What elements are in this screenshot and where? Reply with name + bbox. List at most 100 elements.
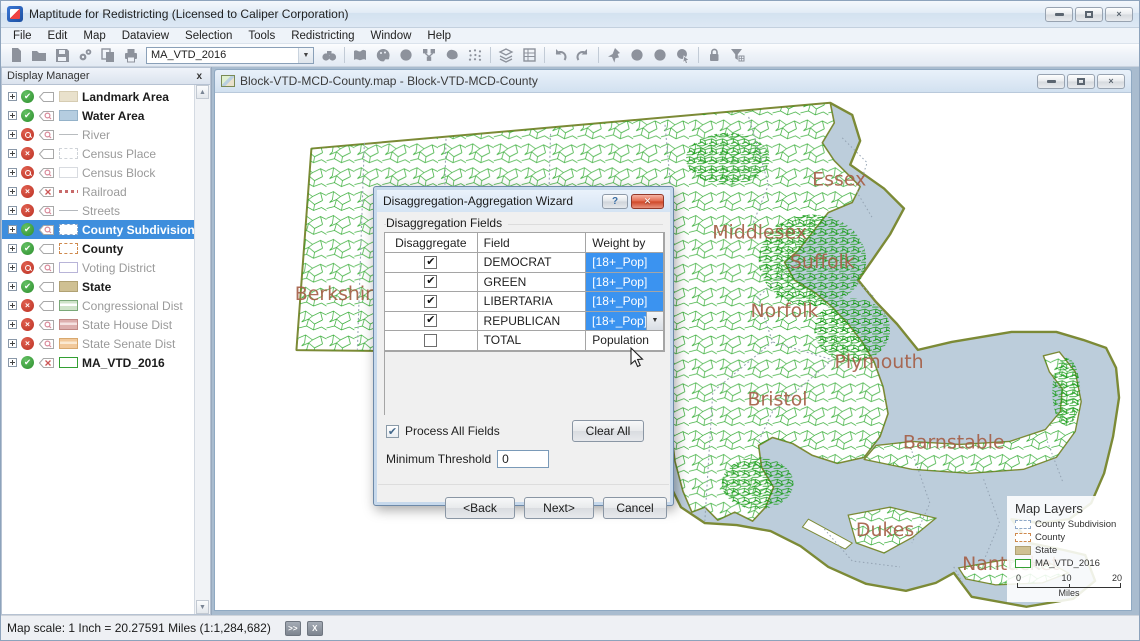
disaggregate-checkbox[interactable]: ✔	[424, 275, 437, 288]
layer-style-swatch[interactable]	[59, 243, 78, 254]
layer-row-voting-district[interactable]: Voting District	[2, 258, 194, 277]
layer-row-railroad[interactable]: ×Railroad	[2, 182, 194, 201]
dot-grid-icon[interactable]	[464, 45, 486, 65]
weight-by-cell[interactable]: [18+_Pop]▼	[586, 312, 664, 332]
duplicate-icon[interactable]	[97, 45, 119, 65]
layer-row-county[interactable]: ✔County	[2, 239, 194, 258]
disaggregate-checkbox[interactable]: ✔	[424, 256, 437, 269]
back-button[interactable]: <Back	[445, 497, 515, 519]
layer-row-state[interactable]: ✔State	[2, 277, 194, 296]
cancel-button[interactable]: Cancel	[603, 497, 667, 519]
statusbar-expand-button[interactable]: >>	[285, 621, 301, 636]
layer-visible-icon[interactable]: ✔	[21, 90, 34, 103]
layer-label[interactable]: State Senate Dist	[82, 337, 175, 351]
layer-label[interactable]: Water Area	[82, 109, 144, 123]
layer-hidden-icon[interactable]: ×	[21, 318, 34, 331]
layer-row-river[interactable]: River	[2, 125, 194, 144]
layer-row-state-house-dist[interactable]: ×State House Dist	[2, 315, 194, 334]
layer-style-swatch[interactable]	[59, 129, 78, 140]
weight-by-cell[interactable]: [18+_Pop]	[586, 273, 664, 293]
lock-icon[interactable]	[703, 45, 725, 65]
expand-icon[interactable]	[8, 263, 17, 272]
layer-style-swatch[interactable]	[59, 224, 78, 235]
label-tag-icon[interactable]	[38, 167, 55, 179]
next-button[interactable]: Next>	[524, 497, 594, 519]
map-flag-icon[interactable]	[349, 45, 371, 65]
expand-icon[interactable]	[8, 282, 17, 291]
expand-icon[interactable]	[8, 301, 17, 310]
selection-circle-2-icon[interactable]	[649, 45, 671, 65]
layer-style-swatch[interactable]	[59, 338, 78, 349]
layer-visible-icon[interactable]: ✔	[21, 280, 34, 293]
layer-label[interactable]: Congressional Dist	[82, 299, 183, 313]
layer-hidden-icon[interactable]: ×	[21, 204, 34, 217]
menu-edit[interactable]: Edit	[40, 30, 76, 42]
layer-style-swatch[interactable]	[59, 148, 78, 159]
label-tag-icon[interactable]	[38, 91, 55, 103]
expand-icon[interactable]	[8, 92, 17, 101]
layer-label[interactable]: Census Block	[82, 166, 155, 180]
dialog-help-button[interactable]: ?	[602, 194, 628, 209]
field-name-cell[interactable]: GREEN	[478, 273, 587, 293]
layer-label[interactable]: River	[82, 128, 110, 142]
layer-row-county-subdivision[interactable]: ✔ County Subdivision	[2, 220, 194, 239]
layer-hidden-icon[interactable]: ×	[21, 147, 34, 160]
label-tag-icon[interactable]	[38, 205, 55, 217]
menu-selection[interactable]: Selection	[177, 30, 240, 42]
save-icon[interactable]	[51, 45, 73, 65]
map-close-button[interactable]: ×	[1097, 74, 1125, 89]
expand-icon[interactable]	[8, 244, 17, 253]
label-tag-icon[interactable]	[38, 129, 55, 141]
map-restore-button[interactable]	[1067, 74, 1095, 89]
menu-help[interactable]: Help	[419, 30, 459, 42]
polygon-blob-icon[interactable]	[441, 45, 463, 65]
scroll-up-icon[interactable]: ▲	[196, 85, 209, 99]
layer-label[interactable]: County Subdivision	[82, 223, 195, 237]
disaggregate-checkbox[interactable]	[424, 334, 437, 347]
disaggregate-checkbox[interactable]: ✔	[424, 295, 437, 308]
expand-icon[interactable]	[8, 206, 17, 215]
label-tag-icon[interactable]	[38, 338, 55, 350]
layer-label[interactable]: Census Place	[82, 147, 156, 161]
layer-row-ma-vtd-2016[interactable]: ✔MA_VTD_2016	[2, 353, 194, 372]
pointer-select-icon[interactable]	[672, 45, 694, 65]
selection-circle-icon[interactable]	[626, 45, 648, 65]
map-minimize-button[interactable]	[1037, 74, 1065, 89]
field-name-cell[interactable]: REPUBLICAN	[478, 312, 586, 332]
undo-icon[interactable]	[549, 45, 571, 65]
label-tag-icon[interactable]	[38, 224, 55, 236]
layer-visible-icon[interactable]: ✔	[21, 356, 34, 369]
layer-visible-icon[interactable]: ✔	[21, 109, 34, 122]
scroll-down-icon[interactable]: ▼	[196, 600, 209, 614]
weight-by-cell[interactable]: [18+_Pop]	[586, 253, 664, 273]
layer-row-water-area[interactable]: ✔ Water Area	[2, 106, 194, 125]
layer-label[interactable]: Voting District	[82, 261, 155, 275]
weight-dropdown-icon[interactable]: ▼	[646, 312, 663, 331]
layer-row-state-senate-dist[interactable]: × State Senate Dist	[2, 334, 194, 353]
layer-label[interactable]: Streets	[82, 204, 120, 218]
maximize-button[interactable]	[1075, 7, 1103, 22]
expand-icon[interactable]	[8, 187, 17, 196]
label-tag-icon[interactable]	[38, 186, 55, 198]
find-binoculars-icon[interactable]	[318, 45, 340, 65]
settings-gears-icon[interactable]	[74, 45, 96, 65]
filled-circle-icon[interactable]	[395, 45, 417, 65]
redo-icon[interactable]	[572, 45, 594, 65]
minimize-button[interactable]	[1045, 7, 1073, 22]
layer-visible-icon[interactable]: ✔	[21, 223, 34, 236]
layer-label[interactable]: Landmark Area	[82, 90, 169, 104]
active-layer-combo[interactable]: MA_VTD_2016▼	[146, 47, 314, 64]
process-all-checkbox[interactable]: ✔	[386, 425, 399, 438]
layer-style-swatch[interactable]	[59, 190, 78, 193]
dataview-table-icon[interactable]	[518, 45, 540, 65]
menu-tools[interactable]: Tools	[240, 30, 283, 42]
layer-style-swatch[interactable]	[59, 281, 78, 292]
expand-icon[interactable]	[8, 168, 17, 177]
layer-hidden-icon[interactable]: ×	[21, 337, 34, 350]
combo-dropdown-icon[interactable]: ▼	[298, 48, 313, 63]
layer-label[interactable]: Railroad	[82, 185, 127, 199]
cluster-diagram-icon[interactable]	[418, 45, 440, 65]
layer-label[interactable]: County	[82, 242, 123, 256]
close-button[interactable]: ×	[1105, 7, 1133, 22]
label-tag-icon[interactable]	[38, 243, 55, 255]
